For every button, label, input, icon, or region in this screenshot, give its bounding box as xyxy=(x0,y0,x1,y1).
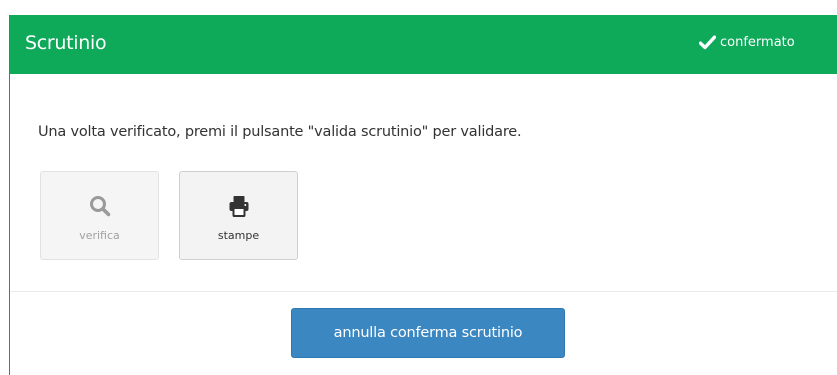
stampe-button[interactable]: stampe xyxy=(179,171,298,260)
annulla-conferma-button[interactable]: annulla conferma scrutinio xyxy=(291,308,565,358)
instructions-text: Una volta verificato, premi il pulsante … xyxy=(38,124,522,140)
search-icon xyxy=(88,194,112,218)
checkmark-icon xyxy=(699,35,716,50)
panel-title: Scrutinio xyxy=(25,32,107,54)
panel-header: Scrutinio confermato xyxy=(10,15,837,74)
verifica-label: verifica xyxy=(79,229,120,242)
status-indicator: confermato xyxy=(699,35,795,50)
verifica-button[interactable]: verifica xyxy=(40,171,159,260)
stampe-label: stampe xyxy=(217,229,260,242)
status-text: confermato xyxy=(720,35,795,50)
print-icon xyxy=(227,194,251,218)
footer-divider xyxy=(10,291,837,292)
